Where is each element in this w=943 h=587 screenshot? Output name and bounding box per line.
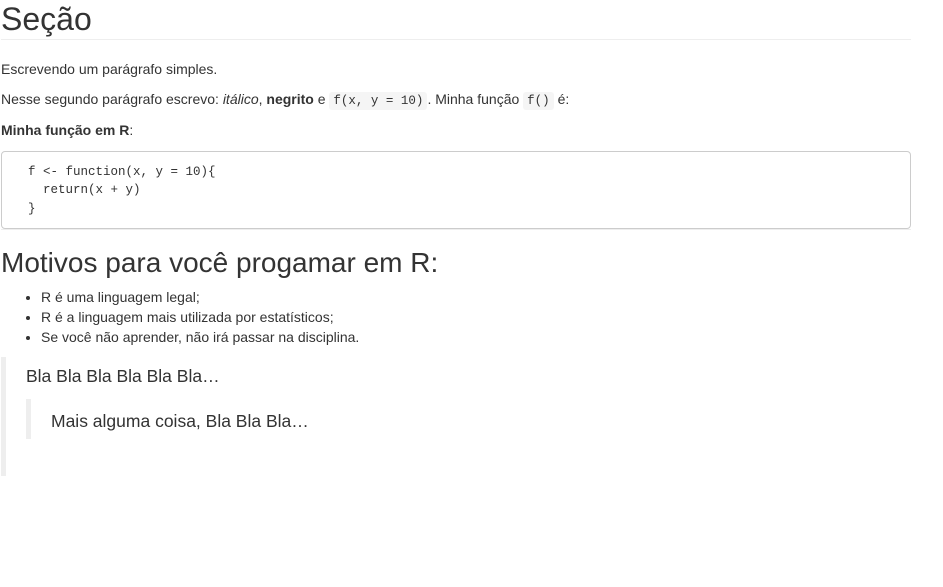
- blockquote-text: Bla Bla Bla Bla Bla Bla…: [26, 365, 220, 386]
- paragraph-text: Nesse segundo parágrafo escrevo:: [1, 90, 223, 107]
- inline-code: f(): [523, 91, 554, 110]
- code-block: f <- function(x, y = 10){ return(x + y) …: [1, 150, 911, 229]
- list-item: R é uma linguagem legal;: [41, 287, 911, 307]
- bold-text: Minha função em R: [1, 121, 130, 138]
- outer-blockquote: Bla Bla Bla Bla Bla Bla… Mais alguma coi…: [1, 356, 911, 476]
- paragraph-text: e: [313, 90, 330, 107]
- paragraph-code-intro: Minha função em R:: [1, 121, 911, 141]
- italic-text: itálico: [222, 90, 259, 107]
- blockquote-text: Mais alguma coisa, Bla Bla Bla…: [51, 410, 309, 431]
- list-item: Se você não aprender, não irá passar na …: [41, 327, 911, 347]
- paragraph-simple: Escrevendo um parágrafo simples.: [1, 61, 218, 77]
- section-divider: [1, 39, 911, 40]
- reasons-list: R é uma linguagem legal; R é a linguagem…: [1, 287, 911, 347]
- subsection-divider: [1, 228, 911, 230]
- paragraph-text: :: [129, 121, 134, 138]
- section-title: Seção: [1, 1, 92, 37]
- subsection-title: Motivos para você progamar em R:: [1, 246, 439, 278]
- inner-blockquote: Mais alguma coisa, Bla Bla Bla…: [26, 398, 891, 439]
- paragraph-text: . Minha função: [427, 90, 524, 107]
- paragraph-formatting: Nesse segundo parágrafo escrevo: itálico…: [1, 90, 911, 111]
- inline-code: f(x, y = 10): [329, 91, 428, 110]
- paragraph-text: é:: [553, 90, 570, 107]
- document-body: Seção Escrevendo um parágrafo simples. N…: [1, 0, 911, 476]
- list-item: R é a linguagem mais utilizada por estat…: [41, 307, 911, 327]
- bold-text: negrito: [266, 90, 314, 107]
